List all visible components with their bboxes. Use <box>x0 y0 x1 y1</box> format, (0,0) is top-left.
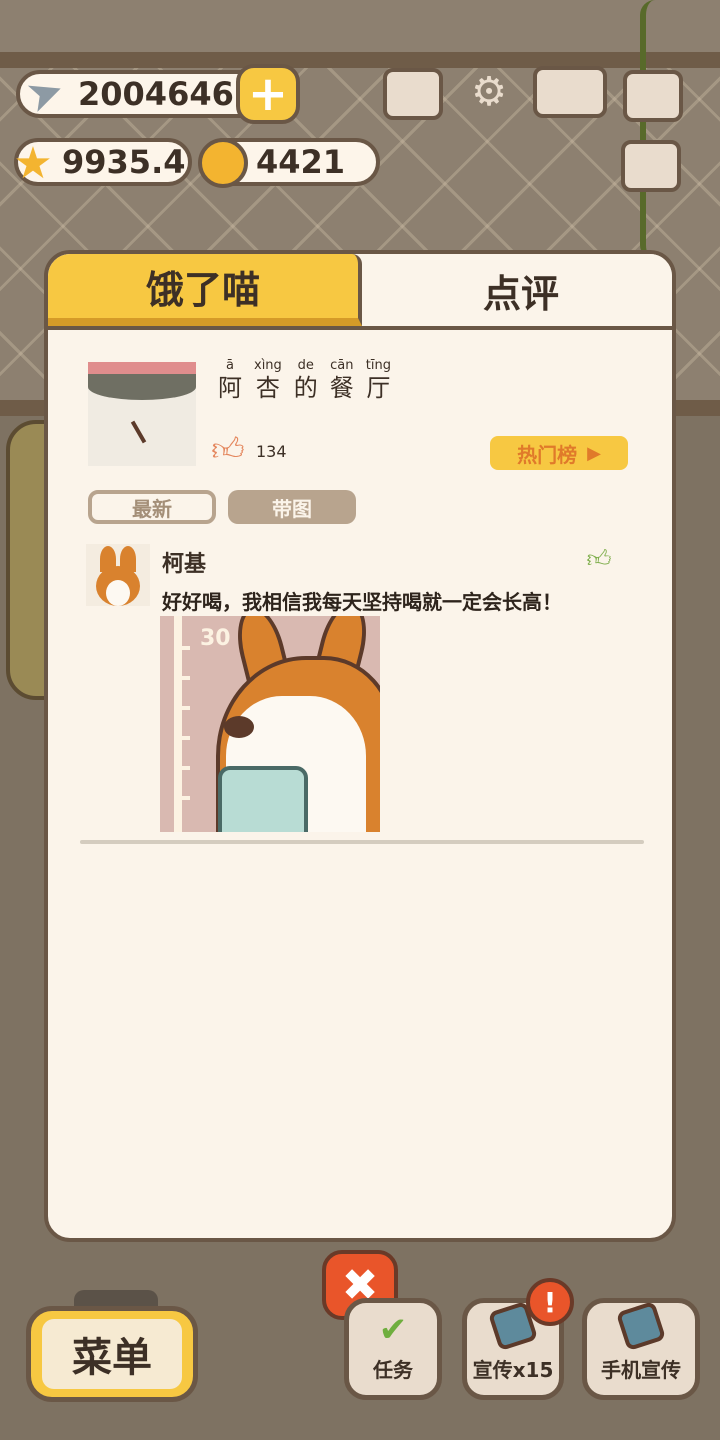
bell-count: 4421 <box>256 143 346 181</box>
recipe-book-icon <box>533 66 607 118</box>
promo-label: 宣传x15 <box>472 1358 554 1382</box>
restaurant-like-count: 134 <box>256 442 287 461</box>
camera-icon <box>623 70 683 122</box>
restaurant-name: ā阿 xìng 杏 de 的 cān 餐 tīng 厅 <box>218 358 391 402</box>
name-char: cān 餐 <box>329 358 354 402</box>
menu-label: 菜单 <box>42 1319 182 1389</box>
task-label: 任务 <box>373 1358 413 1382</box>
name-char: tīng 厅 <box>365 358 391 402</box>
review-text: 好好喝，我相信我每天坚持喝就一定会长高！ <box>162 590 562 614</box>
camera-button[interactable] <box>620 66 686 126</box>
review-divider <box>80 840 644 844</box>
milk-bottle-icon <box>218 766 308 832</box>
review-panel: 饿了喵 点评 ā阿 xìng 杏 de 的 cān 餐 tīng 厅 👍︎ 134 热门… <box>44 250 676 1242</box>
rank-podium-button[interactable] <box>380 64 446 124</box>
tab-divider <box>48 326 672 330</box>
wooden-beam-top <box>0 52 720 68</box>
name-char: de 的 <box>293 358 318 402</box>
rank-podium-icon <box>383 68 443 120</box>
phone-promo-label: 手机宣传 <box>601 1358 681 1382</box>
review-photo[interactable]: 30 <box>160 616 380 832</box>
phone-icon <box>615 1300 667 1352</box>
tab-review[interactable]: 点评 <box>366 254 672 326</box>
hot-ranking-button[interactable]: 热门榜 ▶ <box>490 436 628 470</box>
card-icon <box>621 140 681 192</box>
name-char: xìng 杏 <box>254 358 282 402</box>
vine-decoration <box>640 0 670 260</box>
bell-icon <box>198 138 248 188</box>
ruler-number: 30 <box>200 626 231 651</box>
reviewer-avatar <box>86 544 150 606</box>
filter-latest[interactable]: 最新 <box>88 490 216 524</box>
restaurant-thumbnail <box>88 362 196 466</box>
alert-badge: ! <box>526 1278 574 1326</box>
reviewer-name: 柯基 <box>162 552 207 577</box>
play-arrow-icon: ▶ <box>587 442 601 464</box>
checkmark-icon: ✔ <box>378 1310 408 1350</box>
settings-button[interactable]: ⚙ <box>456 62 522 122</box>
star-count: 9935.4 <box>62 143 186 181</box>
phone-promo-button[interactable]: 手机宣传 <box>582 1298 700 1400</box>
recipe-book-button[interactable] <box>530 62 610 122</box>
menu-button[interactable]: 菜单 <box>26 1306 198 1402</box>
name-char: ā阿 <box>218 358 242 402</box>
filter-with-photo[interactable]: 带图 <box>228 490 356 524</box>
review-like-icon[interactable]: 👍︎ <box>584 544 614 574</box>
add-fish-button[interactable]: + <box>236 64 300 124</box>
card-button[interactable] <box>618 136 684 196</box>
fish-count: 2004646 <box>78 75 234 113</box>
star-icon: ★ <box>13 137 53 189</box>
gear-icon: ⚙ <box>471 69 507 115</box>
hot-ranking-label: 热门榜 <box>517 442 578 467</box>
thumbs-up-icon: 👍︎ <box>211 429 245 468</box>
task-button[interactable]: ✔ 任务 <box>344 1298 442 1400</box>
tab-hungry-meow[interactable]: 饿了喵 <box>48 254 362 326</box>
